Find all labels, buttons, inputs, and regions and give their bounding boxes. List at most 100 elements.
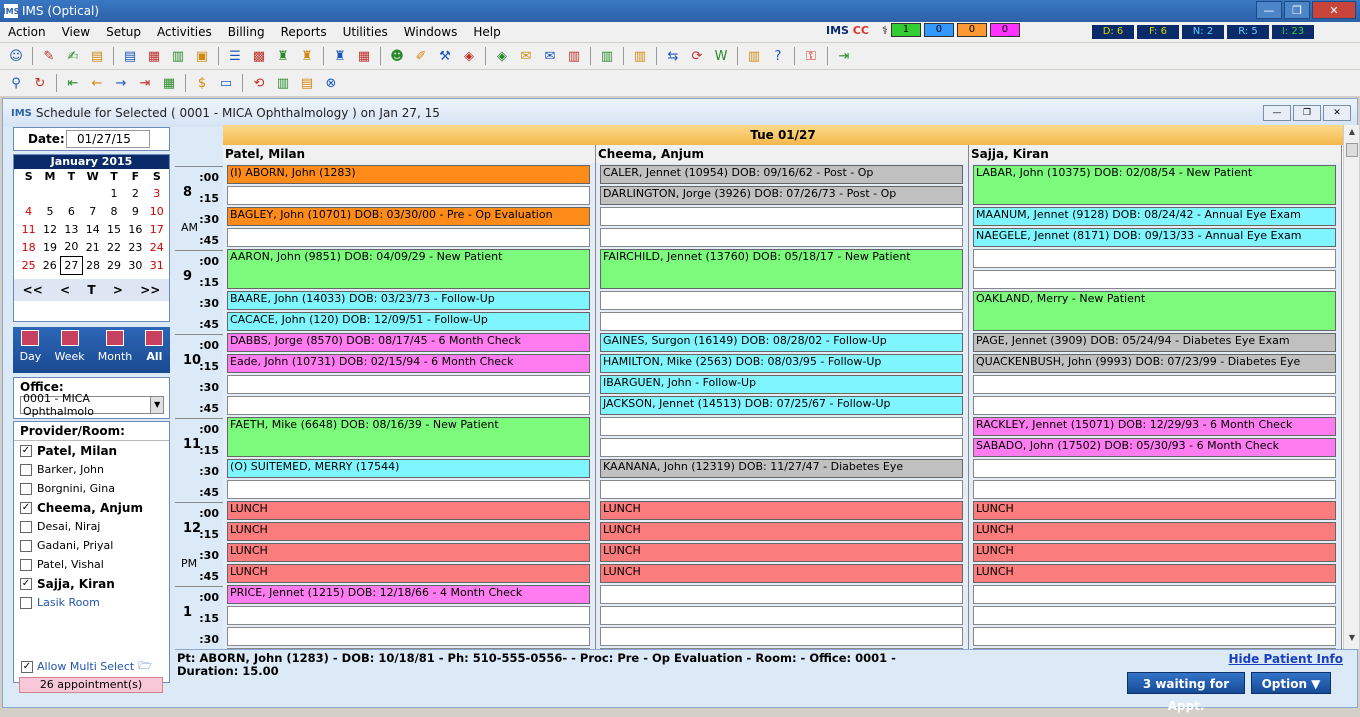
provider-item[interactable]: ✓ Patel, Milan [14, 441, 169, 460]
calendar-day[interactable]: 4 [18, 202, 39, 220]
restore-icon[interactable]: ❐ [1293, 105, 1321, 121]
calendar-day[interactable]: 11 [18, 220, 39, 238]
appointment[interactable]: OAKLAND, Merry - New Patient [973, 291, 1336, 331]
calendar-day[interactable]: 22 [103, 238, 124, 256]
calendar-day[interactable]: 30 [125, 256, 146, 274]
empty-slot[interactable] [227, 396, 590, 415]
empty-slot[interactable] [227, 606, 590, 625]
calendar-day[interactable]: 9 [125, 202, 146, 220]
calc-icon[interactable]: ▤ [297, 73, 317, 93]
calendar-day[interactable]: 29 [103, 256, 124, 274]
calendar-day[interactable]: 21 [82, 238, 103, 256]
close-circle-icon[interactable]: ⊗ [321, 73, 341, 93]
view-month-button[interactable]: Month [98, 330, 132, 373]
empty-slot[interactable] [973, 375, 1336, 394]
lock-icon[interactable]: ⚿ [801, 46, 821, 66]
provider-item[interactable]: Gadani, Priyal [14, 536, 169, 555]
next-year-button[interactable]: >> [140, 283, 160, 297]
calendar-day[interactable]: 1 [103, 184, 124, 202]
tools-icon[interactable]: ⚒ [435, 46, 455, 66]
empty-slot[interactable] [600, 312, 963, 331]
first-icon[interactable]: ⇤ [63, 73, 83, 93]
prev-month-button[interactable]: < [60, 283, 70, 297]
docs-icon[interactable]: ▤ [87, 46, 107, 66]
binoculars-icon[interactable]: ⚲ [6, 73, 26, 93]
empty-slot[interactable] [973, 585, 1336, 604]
people-icon[interactable]: ☻ [387, 46, 407, 66]
appointment[interactable]: GAINES, Surgon (16149) DOB: 08/28/02 - F… [600, 333, 963, 352]
grid-icon[interactable]: ▦ [159, 73, 179, 93]
maximize-icon[interactable]: ❐ [1284, 1, 1310, 19]
empty-slot[interactable] [973, 270, 1336, 289]
stethoscope-icon[interactable]: ⚕ [882, 24, 888, 37]
provider-item[interactable]: Lasik Room [14, 593, 169, 612]
empty-slot[interactable] [600, 480, 963, 499]
provider-checkbox[interactable]: ✓ [20, 501, 32, 514]
empty-slot[interactable] [600, 291, 963, 310]
minimize-icon[interactable]: — [1263, 105, 1291, 121]
close-icon[interactable]: ✕ [1323, 105, 1351, 121]
chart-icon[interactable]: ▥ [273, 73, 293, 93]
transfer-icon[interactable]: ⇆ [663, 46, 683, 66]
waiting-for-appt-button[interactable]: 3 waiting for Appt. [1127, 672, 1245, 713]
calendar-day[interactable]: 25 [18, 256, 39, 274]
today-button[interactable]: T [87, 283, 95, 297]
empty-slot[interactable] [973, 480, 1336, 499]
calendar-day[interactable]: 2 [125, 184, 146, 202]
appointment[interactable]: LUNCH [600, 522, 963, 541]
box-icon[interactable]: ◈ [492, 46, 512, 66]
office-select[interactable]: 0001 - MICA Ophthalmolo ▼ [20, 392, 164, 418]
building-icon[interactable]: ▥ [630, 46, 650, 66]
list-icon[interactable]: ☰ [225, 46, 245, 66]
appointment[interactable]: FAIRCHILD, Jennet (13760) DOB: 05/18/17 … [600, 249, 963, 289]
calendar-day[interactable]: 26 [39, 256, 60, 274]
word-icon[interactable]: W [711, 46, 731, 66]
appointment[interactable]: KAANANA, John (12319) DOB: 11/27/47 - Di… [600, 459, 963, 478]
appointment[interactable]: LUNCH [973, 543, 1336, 562]
appointment[interactable]: DABBS, Jorge (8570) DOB: 08/17/45 - 6 Mo… [227, 333, 590, 352]
scroll-up-icon[interactable]: ▲ [1344, 127, 1360, 141]
menu-view[interactable]: View [54, 25, 98, 39]
option-button[interactable]: Option ▼ [1251, 672, 1331, 694]
appointment[interactable]: IBARGUEN, John - Follow-Up [600, 375, 963, 394]
calendar-day[interactable]: 19 [39, 238, 60, 256]
provider-checkbox[interactable] [20, 463, 32, 476]
appointment[interactable]: LUNCH [600, 543, 963, 562]
menu-reports[interactable]: Reports [273, 25, 335, 39]
mail-icon[interactable]: ✉ [540, 46, 560, 66]
prev-icon[interactable]: ← [87, 73, 107, 93]
empty-slot[interactable] [973, 606, 1336, 625]
report-icon[interactable]: ▦ [144, 46, 164, 66]
appointment[interactable]: LUNCH [227, 501, 590, 520]
mail-icon[interactable]: ✉ [516, 46, 536, 66]
appointment[interactable]: LABAR, John (10375) DOB: 02/08/54 - New … [973, 165, 1336, 205]
calendar-day[interactable]: 24 [146, 238, 167, 256]
appointment[interactable]: LUNCH [227, 543, 590, 562]
write-icon[interactable]: ✍ [63, 46, 83, 66]
empty-slot[interactable] [227, 228, 590, 247]
chart-icon[interactable]: ▥ [744, 46, 764, 66]
appointment[interactable]: AARON, John (9851) DOB: 04/09/29 - New P… [227, 249, 590, 289]
edit-person-icon[interactable]: ✎ [39, 46, 59, 66]
appointment[interactable]: JACKSON, Jennet (14513) DOB: 07/25/67 - … [600, 396, 963, 415]
empty-slot[interactable] [600, 438, 963, 457]
hierarchy-icon[interactable]: ♜ [330, 46, 350, 66]
view-all-button[interactable]: All [145, 330, 164, 373]
prev-year-button[interactable]: << [23, 283, 43, 297]
building-icon[interactable]: ▥ [597, 46, 617, 66]
appointment[interactable]: LUNCH [973, 501, 1336, 520]
appointment[interactable]: BAGLEY, John (10701) DOB: 03/30/00 - Pre… [227, 207, 590, 226]
folder-icon[interactable]: 🗁 [138, 657, 152, 676]
empty-slot[interactable] [600, 228, 963, 247]
calendar-day[interactable]: 8 [103, 202, 124, 220]
provider-item[interactable]: ✓ Cheema, Anjum [14, 498, 169, 517]
calendar-day[interactable]: 28 [82, 256, 103, 274]
appointment[interactable]: NAEGELE, Jennet (8171) DOB: 09/13/33 - A… [973, 228, 1336, 247]
empty-slot[interactable] [227, 375, 590, 394]
appointment[interactable]: CACACE, John (120) DOB: 12/09/51 - Follo… [227, 312, 590, 331]
provider-item[interactable]: ✓ Sajja, Kiran [14, 574, 169, 593]
appointment[interactable]: LUNCH [973, 564, 1336, 583]
inventory-icon[interactable]: ▩ [249, 46, 269, 66]
empty-slot[interactable] [227, 627, 590, 646]
menu-utilities[interactable]: Utilities [335, 25, 396, 39]
